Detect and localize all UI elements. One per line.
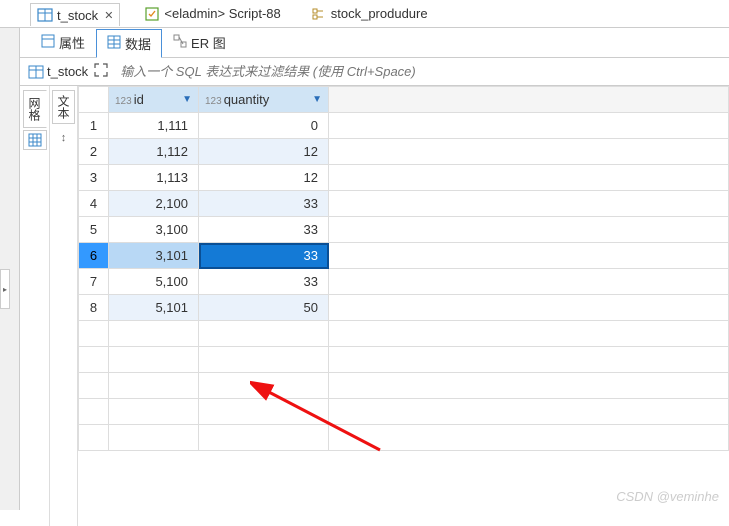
- row-number[interactable]: 8: [79, 295, 109, 321]
- cell-quantity[interactable]: 33: [199, 269, 329, 295]
- sort-icon[interactable]: ↕: [61, 132, 67, 144]
- empty-row: [79, 347, 729, 373]
- view-text-tab[interactable]: 文本: [52, 90, 75, 124]
- chevron-down-icon[interactable]: ▼: [312, 94, 322, 105]
- sql-filter-input[interactable]: [114, 62, 729, 81]
- table-row[interactable]: 31,11312: [79, 165, 729, 191]
- column-header-id[interactable]: 123id ▼: [109, 87, 199, 113]
- empty-row: [79, 373, 729, 399]
- watermark: CSDN @veminhe: [616, 489, 719, 504]
- tab-data[interactable]: 数据: [96, 29, 162, 58]
- breadcrumb-table: t_stock: [47, 64, 88, 79]
- expand-panel-button[interactable]: ▸: [0, 269, 10, 309]
- data-icon: [107, 35, 121, 52]
- cell-id[interactable]: 2,100: [109, 191, 199, 217]
- empty-row: [79, 425, 729, 451]
- chevron-down-icon[interactable]: ▼: [182, 94, 192, 105]
- cell-quantity[interactable]: 33: [199, 243, 329, 269]
- grid-area: 网格 文本 ↕ 123id ▼ 123quan: [20, 86, 729, 526]
- cell-id[interactable]: 1,112: [109, 139, 199, 165]
- cell-quantity[interactable]: 0: [199, 113, 329, 139]
- row-number[interactable]: 6: [79, 243, 109, 269]
- cell-quantity[interactable]: 50: [199, 295, 329, 321]
- cell-empty: [329, 217, 729, 243]
- cell-id[interactable]: 5,101: [109, 295, 199, 321]
- row-number[interactable]: 5: [79, 217, 109, 243]
- row-number[interactable]: 2: [79, 139, 109, 165]
- cell-empty: [329, 295, 729, 321]
- table-icon: [37, 7, 53, 23]
- cell-empty: [329, 243, 729, 269]
- left-gutter: ▸: [0, 28, 20, 510]
- sql-icon: [144, 6, 160, 22]
- tab-label: 属性: [59, 33, 85, 52]
- table-row[interactable]: 42,10033: [79, 191, 729, 217]
- tab-script-88[interactable]: <eladmin> Script-88: [138, 3, 286, 25]
- er-icon: [173, 34, 187, 51]
- cell-id[interactable]: 1,113: [109, 165, 199, 191]
- tab-properties[interactable]: 属性: [30, 28, 96, 57]
- result-aux-tabs: 文本 ↕: [50, 86, 78, 526]
- cell-quantity[interactable]: 33: [199, 191, 329, 217]
- result-view-tabs: 网格: [20, 86, 50, 526]
- cell-quantity[interactable]: 33: [199, 217, 329, 243]
- cell-id[interactable]: 1,111: [109, 113, 199, 139]
- table-row[interactable]: 85,10150: [79, 295, 729, 321]
- row-number[interactable]: 3: [79, 165, 109, 191]
- grid-mode-icon[interactable]: [23, 130, 47, 150]
- tab-er-diagram[interactable]: ER 图: [162, 28, 237, 57]
- column-spacer: [329, 87, 729, 113]
- row-number[interactable]: 4: [79, 191, 109, 217]
- number-type-icon: 123: [205, 96, 222, 107]
- data-grid[interactable]: 123id ▼ 123quantity ▼ 11,111021,1121231,…: [78, 86, 729, 526]
- column-header-quantity[interactable]: 123quantity ▼: [199, 87, 329, 113]
- cell-empty: [329, 165, 729, 191]
- breadcrumb[interactable]: t_stock: [28, 64, 88, 80]
- table-row[interactable]: 53,10033: [79, 217, 729, 243]
- filter-bar: t_stock: [20, 58, 729, 86]
- cell-quantity[interactable]: 12: [199, 139, 329, 165]
- tab-label: 数据: [125, 34, 151, 53]
- cell-id[interactable]: 5,100: [109, 269, 199, 295]
- close-icon[interactable]: ✕: [104, 9, 113, 22]
- cell-empty: [329, 113, 729, 139]
- tab-label: stock_produdure: [331, 6, 428, 21]
- view-tabs: 属性 数据 ER 图: [20, 28, 729, 58]
- number-type-icon: 123: [115, 96, 132, 107]
- empty-row: [79, 321, 729, 347]
- cell-empty: [329, 191, 729, 217]
- cell-empty: [329, 269, 729, 295]
- tab-label: <eladmin> Script-88: [164, 6, 280, 21]
- table-row[interactable]: 63,10133: [79, 243, 729, 269]
- table-row[interactable]: 21,11212: [79, 139, 729, 165]
- procedure-icon: [311, 6, 327, 22]
- view-grid-tab[interactable]: 网格: [23, 90, 47, 128]
- tab-t-stock[interactable]: t_stock ✕: [30, 3, 120, 26]
- fullscreen-icon[interactable]: [94, 63, 108, 80]
- tab-label: t_stock: [57, 8, 98, 23]
- empty-row: [79, 399, 729, 425]
- tab-stock-produdure[interactable]: stock_produdure: [305, 3, 434, 25]
- row-number[interactable]: 1: [79, 113, 109, 139]
- table-icon: [28, 64, 44, 80]
- table-row[interactable]: 75,10033: [79, 269, 729, 295]
- cell-quantity[interactable]: 12: [199, 165, 329, 191]
- cell-id[interactable]: 3,100: [109, 217, 199, 243]
- table-row[interactable]: 11,1110: [79, 113, 729, 139]
- properties-icon: [41, 34, 55, 51]
- editor-tabs: t_stock ✕ <eladmin> Script-88 stock_prod…: [0, 0, 729, 28]
- row-number[interactable]: 7: [79, 269, 109, 295]
- corner-cell: [79, 87, 109, 113]
- tab-label: ER 图: [191, 33, 226, 52]
- cell-empty: [329, 139, 729, 165]
- cell-id[interactable]: 3,101: [109, 243, 199, 269]
